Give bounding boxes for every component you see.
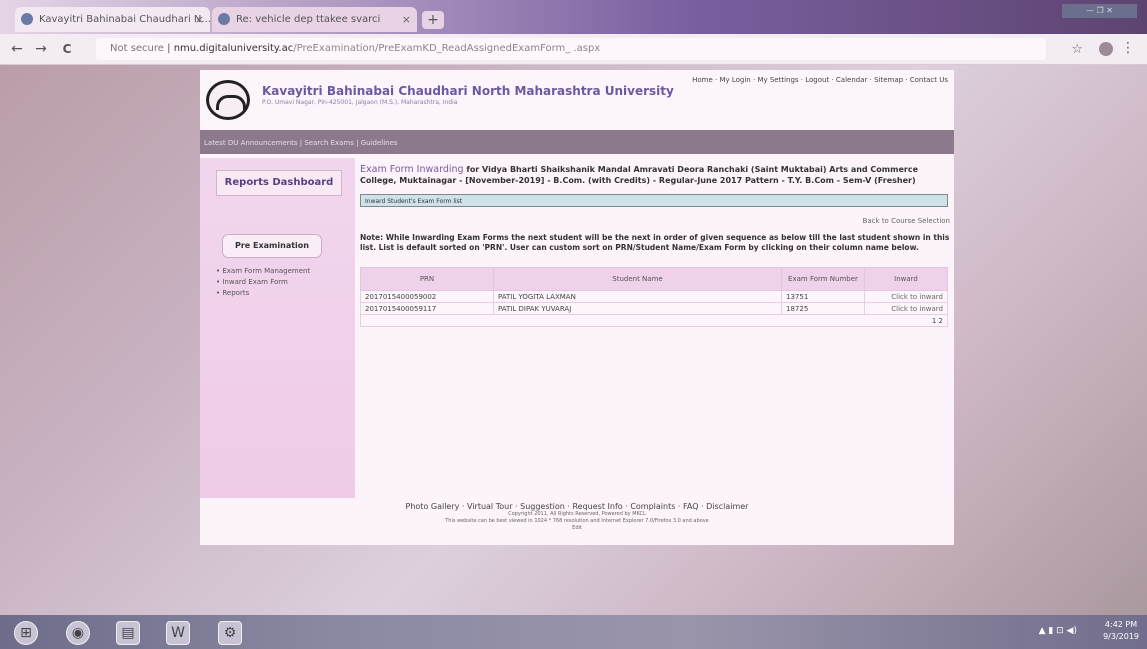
start-button-icon[interactable]: ⊞: [14, 621, 38, 645]
column-header-student-name[interactable]: Student Name: [493, 267, 782, 291]
back-to-course-selection-link[interactable]: Back to Course Selection: [360, 217, 950, 225]
footer-link-disclaimer[interactable]: Disclaimer: [706, 502, 748, 511]
settings-icon[interactable]: ⚙: [218, 621, 242, 645]
top-link-sitemap[interactable]: Sitemap: [874, 76, 903, 84]
tab-close-icon[interactable]: ×: [195, 7, 204, 32]
sidebar-item-reports[interactable]: • Reports: [216, 288, 310, 299]
browser-tab[interactable]: Re: vehicle dep ttakee svarci ×: [212, 7, 417, 32]
browser-menu-icon[interactable]: ⋮: [1121, 40, 1135, 56]
cell-prn: 2017015400059117: [360, 302, 494, 315]
column-header-exam-form-number[interactable]: Exam Form Number: [781, 267, 865, 291]
university-address: P.O. Umavi Nagar, Pin-425001, Jalgaon (M…: [262, 99, 458, 106]
pre-examination-button[interactable]: Pre Examination: [222, 234, 322, 258]
reports-dashboard-tab[interactable]: Reports Dashboard: [216, 170, 342, 196]
sidebar-item-exam-form-management[interactable]: • Exam Form Management: [216, 266, 310, 277]
footer-extra: Edit: [572, 525, 582, 531]
back-arrow-icon[interactable]: ←: [8, 40, 26, 58]
list-caption-box: Inward Student's Exam Form list: [360, 194, 948, 207]
announcement-bar: Latest DU Announcements | Search Exams |…: [200, 130, 954, 154]
university-name: Kavayitri Bahinabai Chaudhari North Maha…: [262, 84, 674, 98]
click-to-inward-link[interactable]: Click to inward: [864, 290, 948, 303]
column-header-prn[interactable]: PRN: [360, 267, 494, 291]
new-tab-button[interactable]: +: [422, 11, 444, 29]
page-title: Exam Form Inwarding for Vidya Bharti Sha…: [360, 164, 950, 186]
top-link-calendar[interactable]: Calendar: [836, 76, 867, 84]
top-link-logout[interactable]: Logout: [805, 76, 829, 84]
sidebar-links: • Exam Form Management • Inward Exam For…: [216, 266, 310, 299]
url-input[interactable]: Not secure | nmu.digitaluniversity.ac/Pr…: [96, 38, 1046, 60]
footer-links: Photo Gallery · Virtual Tour · Suggestio…: [405, 502, 749, 511]
top-link-my-settings[interactable]: My Settings: [757, 76, 798, 84]
address-bar-row: ← → C Not secure | nmu.digitaluniversity…: [0, 34, 1147, 65]
os-taskbar: ⊞ ◉ ▤ W ⚙ ▲ ▮ ⊡ ◀) 4:42 PM 9/3/2019: [0, 615, 1147, 649]
table-row: 2017015400059117 PATIL DIPAK YUVARAJ 187…: [360, 302, 948, 315]
instruction-note: Note: While Inwarding Exam Forms the nex…: [360, 233, 950, 252]
compatibility-text: This website can be best viewed in 1024 …: [445, 518, 709, 524]
window-controls[interactable]: — ❐ ✕: [1062, 4, 1137, 18]
column-header-inward: Inward: [864, 267, 948, 291]
web-page: Kavayitri Bahinabai Chaudhari North Maha…: [200, 70, 954, 545]
top-links: Home · My Login · My Settings · Logout ·…: [692, 76, 948, 84]
security-indicator[interactable]: Not secure: [110, 43, 164, 54]
url-host: nmu.digitaluniversity.ac: [173, 43, 294, 54]
main-content: Exam Form Inwarding for Vidya Bharti Sha…: [360, 164, 950, 327]
taskbar-clock[interactable]: 4:42 PM 9/3/2019: [1103, 619, 1139, 643]
browser-tabbar: Kavayitri Bahinabai Chaudhari N... × Re:…: [0, 0, 1147, 34]
table-row: 2017015400059002 PATIL YOGITA LAXMAN 137…: [360, 290, 948, 303]
tab-label: Kavayitri Bahinabai Chaudhari N...: [39, 14, 210, 25]
url-path: /PreExamination/PreExamKD_ReadAssignedEx…: [293, 43, 601, 54]
site-header: Kavayitri Bahinabai Chaudhari North Maha…: [200, 70, 954, 128]
cell-student-name: PATIL YOGITA LAXMAN: [493, 290, 782, 303]
browser-tab-active[interactable]: Kavayitri Bahinabai Chaudhari N... ×: [15, 7, 210, 32]
cell-student-name: PATIL DIPAK YUVARAJ: [493, 302, 782, 315]
cell-prn: 2017015400059002: [360, 290, 494, 303]
footer-link-request-info[interactable]: Request Info: [572, 502, 622, 511]
top-link-home[interactable]: Home: [692, 76, 713, 84]
footer-link-photo-gallery[interactable]: Photo Gallery: [406, 502, 460, 511]
top-link-my-login[interactable]: My Login: [719, 76, 750, 84]
bookmark-star-icon[interactable]: ☆: [1071, 42, 1083, 57]
tab-close-icon[interactable]: ×: [402, 7, 411, 32]
footer-link-virtual-tour[interactable]: Virtual Tour: [467, 502, 512, 511]
announcement-links[interactable]: Latest DU Announcements | Search Exams |…: [204, 139, 398, 147]
cell-exam-form-number: 18725: [781, 302, 865, 315]
chrome-tab-icon: [21, 13, 33, 25]
university-logo: [206, 80, 250, 120]
profile-avatar-icon[interactable]: [1099, 42, 1113, 56]
footer-link-faq[interactable]: FAQ: [683, 502, 699, 511]
top-link-contact[interactable]: Contact Us: [910, 76, 948, 84]
sidebar-item-inward-exam-form[interactable]: • Inward Exam Form: [216, 277, 310, 288]
file-explorer-icon[interactable]: ▤: [116, 621, 140, 645]
tab-label: Re: vehicle dep ttakee svarci: [236, 14, 381, 25]
forward-arrow-icon[interactable]: →: [32, 40, 50, 58]
copyright-text: Copyright 2011, All Rights Reserved, Pow…: [508, 511, 646, 517]
footer-link-suggestion[interactable]: Suggestion: [520, 502, 565, 511]
cell-exam-form-number: 13751: [781, 290, 865, 303]
title-lead: Exam Form Inwarding: [360, 164, 464, 175]
site-footer: Photo Gallery · Virtual Tour · Suggestio…: [200, 502, 954, 532]
click-to-inward-link[interactable]: Click to inward: [864, 302, 948, 315]
reload-icon[interactable]: C: [58, 40, 76, 58]
chrome-icon[interactable]: ◉: [66, 621, 90, 645]
sidebar: Reports Dashboard Pre Examination • Exam…: [200, 158, 355, 498]
system-tray-icons[interactable]: ▲ ▮ ⊡ ◀): [1039, 626, 1077, 636]
footer-link-complaints[interactable]: Complaints: [630, 502, 675, 511]
pagination[interactable]: 1 2: [360, 314, 948, 327]
word-icon[interactable]: W: [166, 621, 190, 645]
students-table: PRN Student Name Exam Form Number Inward…: [360, 267, 948, 327]
gmail-tab-icon: [218, 13, 230, 25]
